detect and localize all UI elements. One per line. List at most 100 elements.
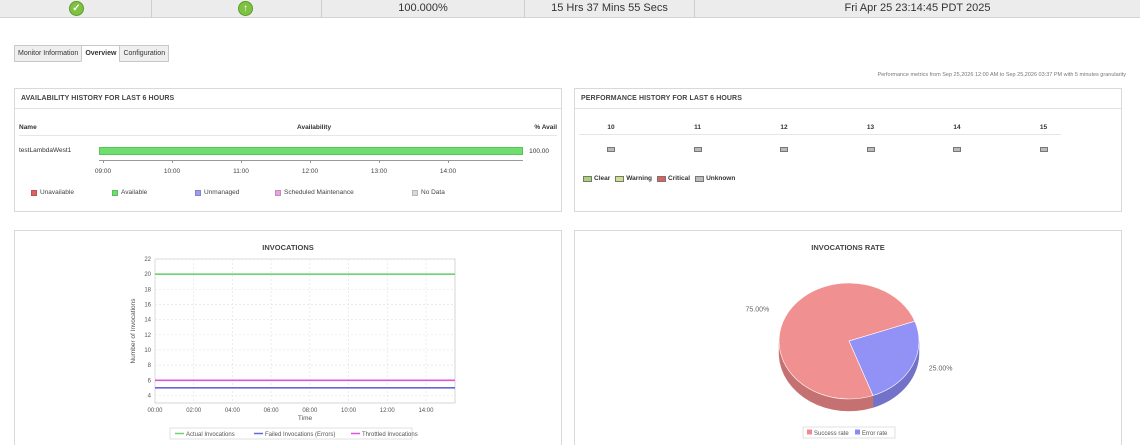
invocations-rate-pie-chart: 25.00% 75.00% Success rate Error rate — [745, 282, 953, 439]
y-tick-label: 8 — [148, 363, 152, 369]
axis-tick-label: 12:00 — [301, 168, 319, 175]
legend-available: Available — [112, 189, 147, 196]
legend-swatch — [807, 429, 812, 435]
perf-status-cell[interactable] — [1039, 147, 1048, 152]
availability-time-axis — [99, 160, 523, 164]
legend-critical: Critical — [657, 175, 690, 182]
legend-swatch — [855, 429, 860, 435]
legend-label: Unavailable — [40, 189, 74, 196]
pie-slice-label: 75.00% — [745, 306, 769, 313]
health-cell: ✓ — [0, 0, 152, 18]
clear-swatch — [583, 175, 592, 182]
x-tick-label: 10:00 — [341, 408, 357, 414]
invocations-chart-panel: INVOCATIONS 4 6 8 10 12 14 16 18 20 22 00:00 02:00 0… — [14, 230, 562, 445]
perf-hour-label: 14 — [953, 124, 961, 131]
maintenance-swatch — [275, 189, 281, 196]
perf-status-cell[interactable] — [693, 147, 702, 152]
x-tick-label: 00:00 — [147, 408, 163, 414]
header-divider — [19, 135, 557, 136]
x-axis-label: Time — [298, 415, 313, 422]
legend-label: Unmanaged — [204, 189, 240, 196]
x-tick-label: 04:00 — [225, 408, 241, 414]
y-tick-label: 4 — [148, 393, 152, 399]
perf-hour-label: 12 — [780, 124, 788, 131]
no-data-swatch — [412, 189, 418, 196]
axis-tick-label: 13:00 — [370, 168, 388, 175]
legend-label: Failed Invocations (Errors) — [265, 432, 335, 438]
legend-label: Warning — [626, 175, 653, 182]
unavailable-swatch — [31, 189, 37, 196]
tab-monitor-information[interactable]: Monitor Information — [14, 45, 83, 62]
available-swatch — [112, 189, 118, 196]
tab-overview[interactable]: Overview — [81, 45, 121, 62]
legend-unmanaged: Unmanaged — [195, 189, 239, 196]
availability-status-cell: ↑ — [152, 0, 322, 18]
x-tick-label: 08:00 — [302, 408, 318, 414]
y-axis-label: Number of Invocations — [130, 298, 137, 364]
warning-swatch — [615, 175, 625, 182]
availability-percent: 100.00 — [529, 148, 549, 155]
legend-unknown: Unknown — [695, 175, 735, 182]
invocations-line-chart: 4 6 8 10 12 14 16 18 20 22 00:00 02:00 04:00 06:00 08:… — [130, 257, 456, 440]
legend-label: Actual Invocations — [186, 432, 235, 438]
y-tick-label: 10 — [144, 348, 151, 354]
performance-history-panel: PERFORMANCE HISTORY FOR LAST 6 HOURS 10 1… — [574, 88, 1122, 212]
perf-status-cell[interactable] — [607, 147, 615, 152]
legend-label: Clear — [594, 175, 611, 182]
perf-hour-label: 13 — [866, 124, 875, 131]
axis-tick-label: 09:00 — [94, 168, 112, 175]
legend-label: Available — [121, 189, 148, 196]
up-arrow-icon[interactable]: ↑ — [238, 1, 253, 16]
availability-value: 100.000% — [322, 0, 525, 18]
chart-legend: Actual Invocations Failed Invocations (Er… — [169, 427, 418, 440]
legend-clear: Clear — [583, 175, 610, 182]
unknown-swatch — [695, 175, 705, 182]
monitor-name-link[interactable]: testLambdaWest1 — [19, 147, 71, 154]
legend-label: Throttled Invocations — [362, 432, 418, 438]
health-ok-icon[interactable]: ✓ — [69, 1, 84, 16]
axis-tick-mark — [172, 160, 173, 163]
availability-column-header: Availability — [297, 124, 332, 131]
legend-unavailable: Unavailable — [31, 189, 74, 196]
legend-label: Scheduled Maintenance — [284, 189, 354, 196]
perf-hour-label: 10 — [607, 124, 615, 131]
axis-tick-label: 14:00 — [439, 168, 457, 175]
availability-history-panel: AVAILABILITY HISTORY FOR LAST 6 HOURS Na… — [14, 88, 562, 212]
axis-tick-mark — [448, 160, 449, 163]
perf-status-cell[interactable] — [866, 147, 875, 152]
pie-slice-label: 25.00% — [929, 366, 953, 373]
tab-bar: Monitor Information Overview Configurati… — [14, 45, 170, 62]
legend-label: Unknown — [706, 175, 736, 182]
performance-metrics-note: Performance metrics from Sep 25,2026 12:… — [877, 72, 1126, 78]
legend-label: Success rate — [814, 431, 849, 437]
name-column-header: Name — [19, 124, 37, 131]
performance-panel-title: PERFORMANCE HISTORY FOR LAST 6 HOURS — [575, 89, 1121, 109]
perf-hour-label: 15 — [1039, 124, 1048, 131]
uptime-value: 15 Hrs 37 Mins 55 Secs — [525, 0, 695, 18]
legend-label: Critical — [668, 175, 691, 182]
x-tick-label: 14:00 — [418, 408, 434, 414]
last-polled-value: Fri Apr 25 23:14:45 PDT 2025 — [844, 2, 991, 14]
availability-bar[interactable] — [99, 147, 523, 155]
axis-tick-label: 10:00 — [163, 168, 181, 175]
axis-tick-mark — [310, 160, 311, 163]
y-tick-label: 16 — [144, 302, 151, 308]
y-tick-label: 12 — [144, 333, 151, 339]
invocations-rate-panel: INVOCATIONS RATE 25.00% 75.00% Success rat… — [574, 230, 1122, 445]
pct-avail-column-header: % Avail — [534, 124, 557, 131]
perf-status-cell[interactable] — [780, 147, 788, 152]
y-tick-label: 22 — [144, 257, 151, 263]
critical-swatch — [657, 175, 667, 182]
tab-configuration[interactable]: Configuration — [119, 45, 170, 62]
x-tick-label: 12:00 — [380, 408, 396, 414]
legend-warning: Warning — [615, 175, 652, 182]
legend-no-data: No Data — [412, 189, 445, 196]
y-tick-label: 18 — [144, 287, 151, 293]
pie-legend: Success rate Error rate — [802, 426, 896, 439]
unmanaged-swatch — [195, 189, 201, 196]
status-bar: ✓ ↑ 100.000% 15 Hrs 37 Mins 55 Secs Fri … — [0, 0, 1140, 18]
y-tick-label: 20 — [144, 272, 151, 278]
perf-header-divider — [579, 134, 1061, 135]
legend-label: Error rate — [862, 431, 888, 437]
perf-status-cell[interactable] — [953, 147, 961, 152]
